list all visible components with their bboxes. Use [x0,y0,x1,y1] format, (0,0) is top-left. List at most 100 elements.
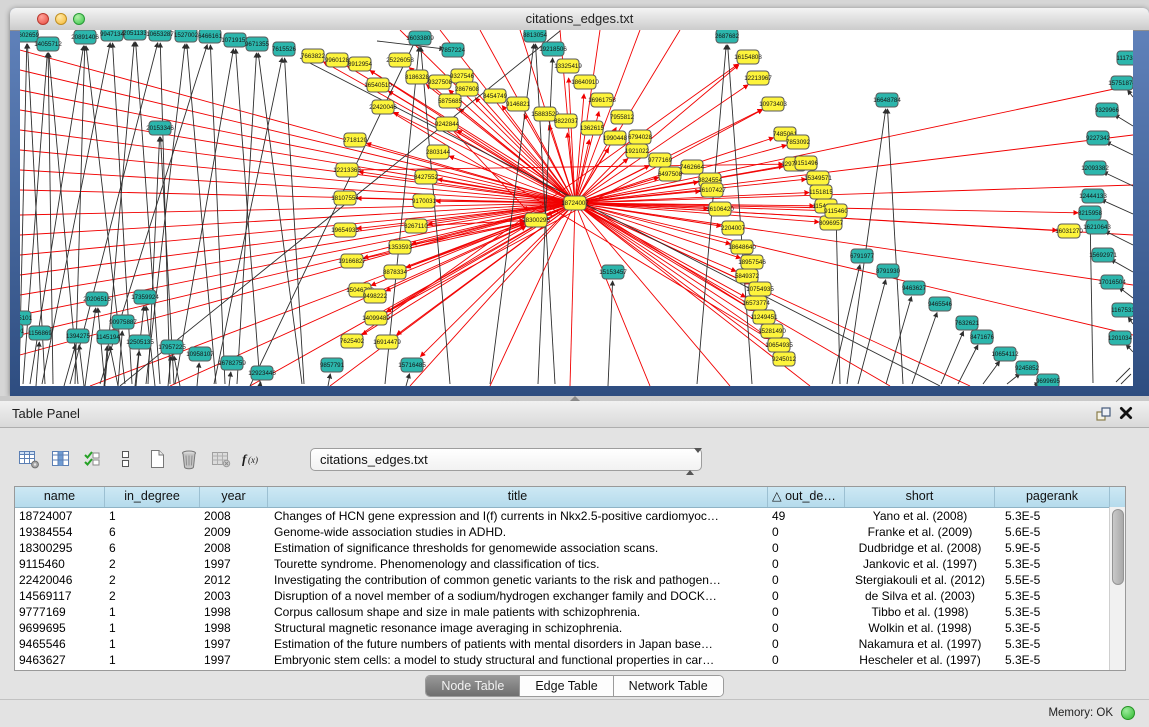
row-height-button[interactable] [112,447,138,471]
table-cell[interactable]: 0 [768,652,845,668]
table-cell[interactable]: 1997 [200,556,268,572]
table-cell[interactable]: 19384554 [15,524,105,540]
table-cell[interactable]: 0 [768,556,845,572]
table-cell[interactable]: 1998 [200,604,268,620]
show-columns-button[interactable] [48,447,74,471]
table-cell[interactable]: 2012 [200,572,268,588]
table-row[interactable]: 946362711997Embryonic stem cells: a mode… [15,652,1125,668]
table-cell[interactable]: 2 [105,556,200,572]
table-cell[interactable]: 5.3E-5 [995,604,1110,620]
table-cell[interactable]: Structural magnetic resonance image aver… [268,620,768,636]
table-cell[interactable]: 0 [768,604,845,620]
table-cell[interactable]: Tibbo et al. (1998) [845,604,995,620]
table-cell[interactable]: 18300295 [15,540,105,556]
table-cell[interactable]: 2009 [200,524,268,540]
table-cell[interactable]: 9463627 [15,652,105,668]
table-cell[interactable]: 1997 [200,652,268,668]
table-cell[interactable]: 1 [105,604,200,620]
table-row[interactable]: 2242004622012Investigating the contribut… [15,572,1125,588]
table-cell[interactable]: Changes of HCN gene expression and I(f) … [268,508,768,524]
table-cell[interactable]: Dudbridge et al. (2008) [845,540,995,556]
table-cell[interactable]: 2008 [200,540,268,556]
table-cell[interactable]: Disruption of a novel member of a sodium… [268,588,768,604]
float-panel-button[interactable] [1095,406,1113,422]
table-cell[interactable]: 5.3E-5 [995,636,1110,652]
table-cell[interactable]: 6 [105,524,200,540]
close-panel-button[interactable] [1119,406,1137,422]
table-row[interactable]: 911546021997Tourette syndrome. Phenomeno… [15,556,1125,572]
tab-network-table[interactable]: Network Table [614,676,723,696]
table-selector-dropdown[interactable]: citations_edges.txt [310,448,702,471]
table-cell[interactable]: 2003 [200,588,268,604]
table-cell[interactable]: Jankovic et al. (1997) [845,556,995,572]
table-cell[interactable]: Yano et al. (2008) [845,508,995,524]
network-canvas[interactable]: 2242004692428442803144842755291700318267… [20,30,1133,386]
table-cell[interactable]: 1997 [200,636,268,652]
scrollbar-thumb[interactable] [1112,509,1124,585]
table-cell[interactable]: 5.3E-5 [995,556,1110,572]
table-row[interactable]: 1456911722003Disruption of a novel membe… [15,588,1125,604]
zoom-window-button[interactable] [73,13,85,25]
table-cell[interactable]: 5.3E-5 [995,588,1110,604]
column-header-name[interactable]: name [15,487,105,507]
table-cell[interactable]: Tourette syndrome. Phenomenology and cla… [268,556,768,572]
column-header-pagerank[interactable]: pagerank [995,487,1110,507]
table-row[interactable]: 1830029562008Estimation of significance … [15,540,1125,556]
table-cell[interactable]: 18724007 [15,508,105,524]
table-cell[interactable]: 5.6E-5 [995,524,1110,540]
table-row[interactable]: 977716911998Corpus callosum shape and si… [15,604,1125,620]
table-cell[interactable]: Wolkin et al. (1998) [845,620,995,636]
table-cell[interactable]: 2 [105,572,200,588]
table-cell[interactable]: 9115460 [15,556,105,572]
import-table-button[interactable] [208,447,234,471]
table-cell[interactable]: 2 [105,588,200,604]
table-cell[interactable]: 5.3E-5 [995,652,1110,668]
table-cell[interactable]: Nakamura et al. (1997) [845,636,995,652]
table-cell[interactable]: 2008 [200,508,268,524]
table-cell[interactable]: 5.5E-5 [995,572,1110,588]
column-header-out_de[interactable]: △ out_de… [768,487,845,507]
table-cell[interactable]: 1 [105,652,200,668]
table-cell[interactable]: Corpus callosum shape and size in male p… [268,604,768,620]
table-cell[interactable]: 22420046 [15,572,105,588]
table-cell[interactable]: 0 [768,524,845,540]
table-cell[interactable]: 5.3E-5 [995,508,1110,524]
table-cell[interactable]: 1998 [200,620,268,636]
table-cell[interactable]: 1 [105,620,200,636]
table-options-button[interactable] [16,447,42,471]
table-cell[interactable]: Genome-wide association studies in ADHD. [268,524,768,540]
tab-node-table[interactable]: Node Table [426,676,520,696]
select-rows-button[interactable] [80,447,106,471]
table-row[interactable]: 969969511998Structural magnetic resonanc… [15,620,1125,636]
table-cell[interactable]: 5.9E-5 [995,540,1110,556]
close-window-button[interactable] [37,13,49,25]
table-cell[interactable]: 9699695 [15,620,105,636]
citation-network-graph[interactable]: 2242004692428442803144842755291700318267… [20,30,1133,386]
table-cell[interactable]: 0 [768,588,845,604]
new-table-button[interactable] [144,447,170,471]
table-cell[interactable]: Embryonic stem cells: a model to study s… [268,652,768,668]
column-header-title[interactable]: title [268,487,768,507]
table-cell[interactable]: 0 [768,636,845,652]
minimize-window-button[interactable] [55,13,67,25]
function-builder-button[interactable]: f (x) [240,447,266,471]
table-cell[interactable]: Franke et al. (2009) [845,524,995,540]
column-header-short[interactable]: short [845,487,995,507]
table-cell[interactable]: 1 [105,508,200,524]
table-cell[interactable]: 0 [768,572,845,588]
column-header-year[interactable]: year [200,487,268,507]
table-cell[interactable]: 1 [105,636,200,652]
table-cell[interactable]: 9465546 [15,636,105,652]
table-row[interactable]: 1938455462009Genome-wide association stu… [15,524,1125,540]
delete-table-button[interactable] [176,447,202,471]
table-cell[interactable]: 9777169 [15,604,105,620]
vertical-scrollbar[interactable] [1109,507,1125,670]
table-cell[interactable]: 6 [105,540,200,556]
table-row[interactable]: 1872400712008Changes of HCN gene express… [15,508,1125,524]
window-titlebar[interactable]: citations_edges.txt [10,8,1149,31]
table-cell[interactable]: Investigating the contribution of common… [268,572,768,588]
table-cell[interactable]: 49 [768,508,845,524]
tab-edge-table[interactable]: Edge Table [520,676,613,696]
table-cell[interactable]: Estimation of the future numbers of pati… [268,636,768,652]
table-cell[interactable]: 5.3E-5 [995,620,1110,636]
